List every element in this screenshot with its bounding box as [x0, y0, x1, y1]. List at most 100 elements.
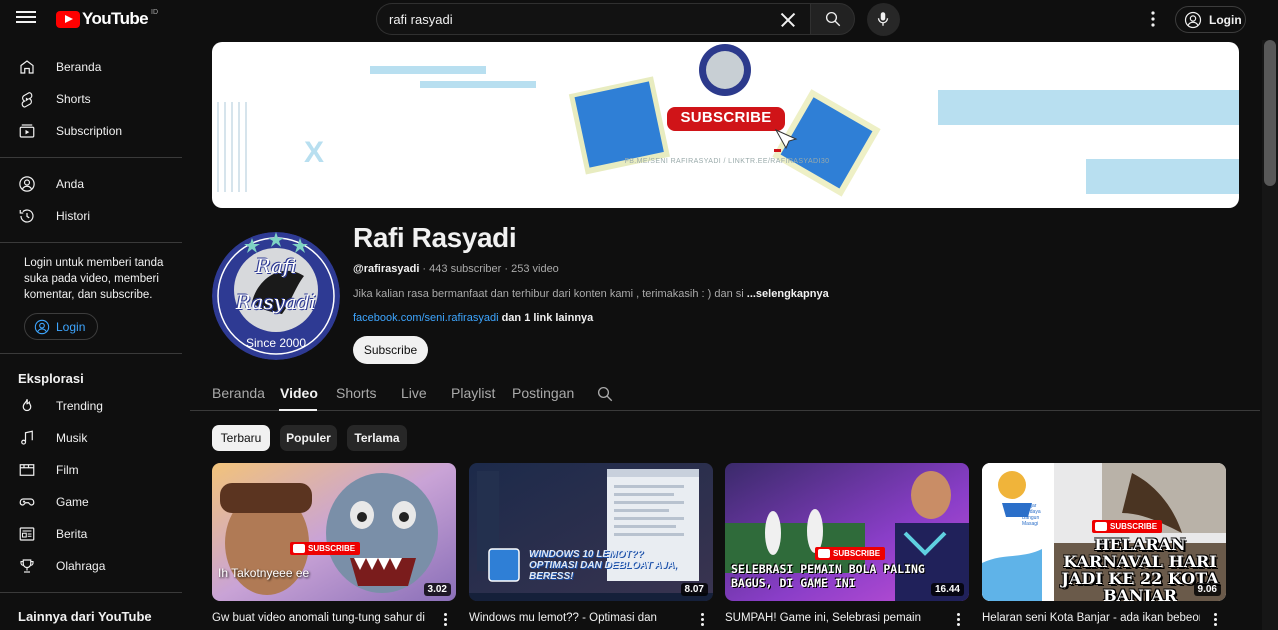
banner-subscribe-text: SUBSCRIBE — [680, 109, 772, 126]
sidebar-item-sports[interactable]: Olahraga — [0, 550, 182, 582]
sidebar-item-label: Trending — [56, 399, 103, 413]
tab-posts[interactable]: Postingan — [512, 385, 574, 401]
subscribe-badge: SUBSCRIBE — [1092, 520, 1163, 533]
video-card[interactable]: WINDOWS 10 LEMOT?? OPTIMASI DAN DEBLOAT … — [469, 463, 713, 626]
video-card[interactable]: Banjar Berdaya Bangun Masagi SUBSCRIBE H… — [982, 463, 1226, 626]
sidebar-item-label: Shorts — [56, 92, 91, 106]
sidebar-item-subscription[interactable]: Subscription — [0, 115, 182, 147]
sidebar-item-history[interactable]: Histori — [0, 200, 182, 232]
channel-avatar: Rafi Rasyadi Since 2000 — [212, 232, 340, 360]
sidebar-item-home[interactable]: Beranda — [0, 51, 182, 83]
voice-search-button[interactable] — [867, 3, 900, 36]
avatar-text-line1: Rafi — [255, 254, 297, 278]
subscribe-button[interactable]: Subscribe — [353, 336, 428, 364]
login-label: Login — [1209, 12, 1242, 27]
avatar-text-line3: Since 2000 — [245, 336, 307, 350]
subscriptions-icon — [19, 124, 35, 138]
more-links-label[interactable]: dan 1 link lainnya — [502, 312, 594, 324]
video-card[interactable]: SUBSCRIBE SELEBRASI PEMAIN BOLA PALING B… — [725, 463, 969, 626]
channel-handle: @rafirasyadi — [353, 263, 420, 275]
video-menu-icon[interactable] — [701, 612, 707, 628]
trending-icon — [22, 398, 32, 412]
sidebar-item-label: Berita — [56, 527, 88, 541]
sidebar-item-label: Beranda — [56, 60, 102, 74]
sidebar-login-button[interactable]: Login — [24, 313, 98, 340]
subscriber-count: 443 subscriber — [429, 263, 502, 275]
sidebar-login-label: Login — [56, 319, 86, 334]
video-title[interactable]: Windows mu lemot?? - Optimasi dan — [469, 612, 687, 624]
subscribe-badge: SUBSCRIBE — [290, 542, 361, 555]
video-thumbnail[interactable]: SUBSCRIBE Ih Takotnyeee ee 3.02 — [212, 463, 456, 601]
video-title[interactable]: Helaran seni Kota Banjar - ada ikan bebe… — [982, 612, 1200, 624]
sidebar-item-game[interactable]: Game — [0, 486, 182, 518]
film-icon — [19, 464, 35, 476]
tab-home[interactable]: Beranda — [212, 385, 265, 401]
history-icon — [19, 209, 34, 223]
sidebar-item-you[interactable]: Anda — [0, 168, 182, 200]
country-code: ID — [151, 8, 158, 16]
trophy-icon — [20, 559, 34, 573]
thumbnail-caption: SELEBRASI PEMAIN BOLA PALING BAGUS, DI G… — [731, 562, 925, 590]
channel-description[interactable]: Jika kalian rasa bermanfaat dan terhibur… — [353, 288, 829, 300]
active-tab-underline — [279, 409, 317, 411]
channel-name: Rafi Rasyadi — [353, 222, 517, 253]
tab-shorts[interactable]: Shorts — [336, 385, 376, 401]
user-circle-icon — [1184, 11, 1202, 28]
sidebar-item-label: Olahraga — [56, 559, 106, 573]
video-menu-icon[interactable] — [1214, 612, 1220, 628]
chip-oldest[interactable]: Terlama — [347, 425, 407, 451]
banner-footer-text: FB.ME/SENI RAFIRASYADI / LINKTR.EE/RAFIR… — [624, 158, 830, 165]
more-link[interactable]: ...selengkapnya — [747, 288, 829, 300]
sidebar-item-film[interactable]: Film — [0, 454, 182, 486]
description-text: Jika kalian rasa bermanfaat dan terhibur… — [353, 288, 744, 300]
search-icon — [825, 11, 841, 27]
sidebar-item-label: Game — [56, 495, 89, 509]
video-card[interactable]: SUBSCRIBE Ih Takotnyeee ee 3.02 Gw buat … — [212, 463, 456, 626]
shorts-icon — [21, 92, 33, 108]
video-thumbnail[interactable]: SUBSCRIBE SELEBRASI PEMAIN BOLA PALING B… — [725, 463, 969, 601]
video-title[interactable]: SUMPAH! Game ini, Selebrasi pemain — [725, 612, 943, 624]
channel-search-icon[interactable] — [596, 385, 614, 403]
sidebar-item-trending[interactable]: Trending — [0, 390, 182, 422]
subscribe-badge: SUBSCRIBE — [815, 547, 886, 560]
chip-popular[interactable]: Populer — [280, 425, 337, 451]
top-bar: YouTube ID Login — [0, 0, 1278, 40]
menu-icon[interactable] — [16, 9, 36, 29]
video-thumbnail[interactable]: WINDOWS 10 LEMOT?? OPTIMASI DAN DEBLOAT … — [469, 463, 713, 601]
tab-live[interactable]: Live — [401, 385, 427, 401]
microphone-icon — [877, 12, 889, 26]
user-icon — [19, 176, 35, 192]
youtube-logo[interactable]: YouTube ID — [56, 9, 158, 29]
sidebar-item-label: Histori — [56, 209, 91, 223]
clear-search-icon[interactable] — [777, 9, 799, 31]
channel-meta: @rafirasyadi · 443 subscriber · 253 vide… — [353, 263, 559, 275]
settings-menu-icon[interactable] — [1144, 9, 1162, 29]
sidebar-item-label: Anda — [56, 177, 85, 191]
chip-latest[interactable]: Terbaru — [212, 425, 270, 451]
video-thumbnail[interactable]: Banjar Berdaya Bangun Masagi SUBSCRIBE H… — [982, 463, 1226, 601]
search-button[interactable] — [810, 3, 855, 35]
tab-video[interactable]: Video — [280, 385, 318, 401]
video-menu-icon[interactable] — [957, 612, 963, 628]
page-scrollbar[interactable] — [1262, 40, 1278, 630]
banner-x-mark: X — [304, 136, 325, 169]
tab-playlist[interactable]: Playlist — [451, 385, 495, 401]
video-menu-icon[interactable] — [444, 612, 450, 628]
search-input[interactable] — [389, 4, 769, 34]
thumbnail-logo-text: Banjar Berdaya Bangun Masagi — [1022, 503, 1041, 527]
thumbnail-caption: WINDOWS 10 LEMOT?? OPTIMASI DAN DEBLOAT … — [529, 549, 678, 582]
news-icon — [19, 527, 35, 541]
video-duration: 8.07 — [680, 583, 708, 596]
sidebar-divider — [0, 242, 182, 243]
sidebar-item-shorts[interactable]: Shorts — [0, 83, 182, 115]
channel-banner: X SUBSCRIBE FB.ME/SENI RAFIRASYADI / LIN… — [212, 42, 1239, 208]
sidebar-item-music[interactable]: Musik — [0, 422, 182, 454]
channel-tabs: Beranda Video Shorts Live Playlist Posti… — [190, 377, 1260, 411]
video-title[interactable]: Gw buat video anomali tung-tung sahur di — [212, 612, 430, 624]
explore-heading: Eksplorasi — [18, 371, 84, 386]
sidebar-item-news[interactable]: Berita — [0, 518, 182, 550]
login-button[interactable]: Login — [1175, 6, 1246, 33]
facebook-link[interactable]: facebook.com/seni.rafirasyadi — [353, 312, 499, 324]
scrollbar-thumb[interactable] — [1264, 40, 1276, 186]
sidebar-item-label: Film — [56, 463, 79, 477]
